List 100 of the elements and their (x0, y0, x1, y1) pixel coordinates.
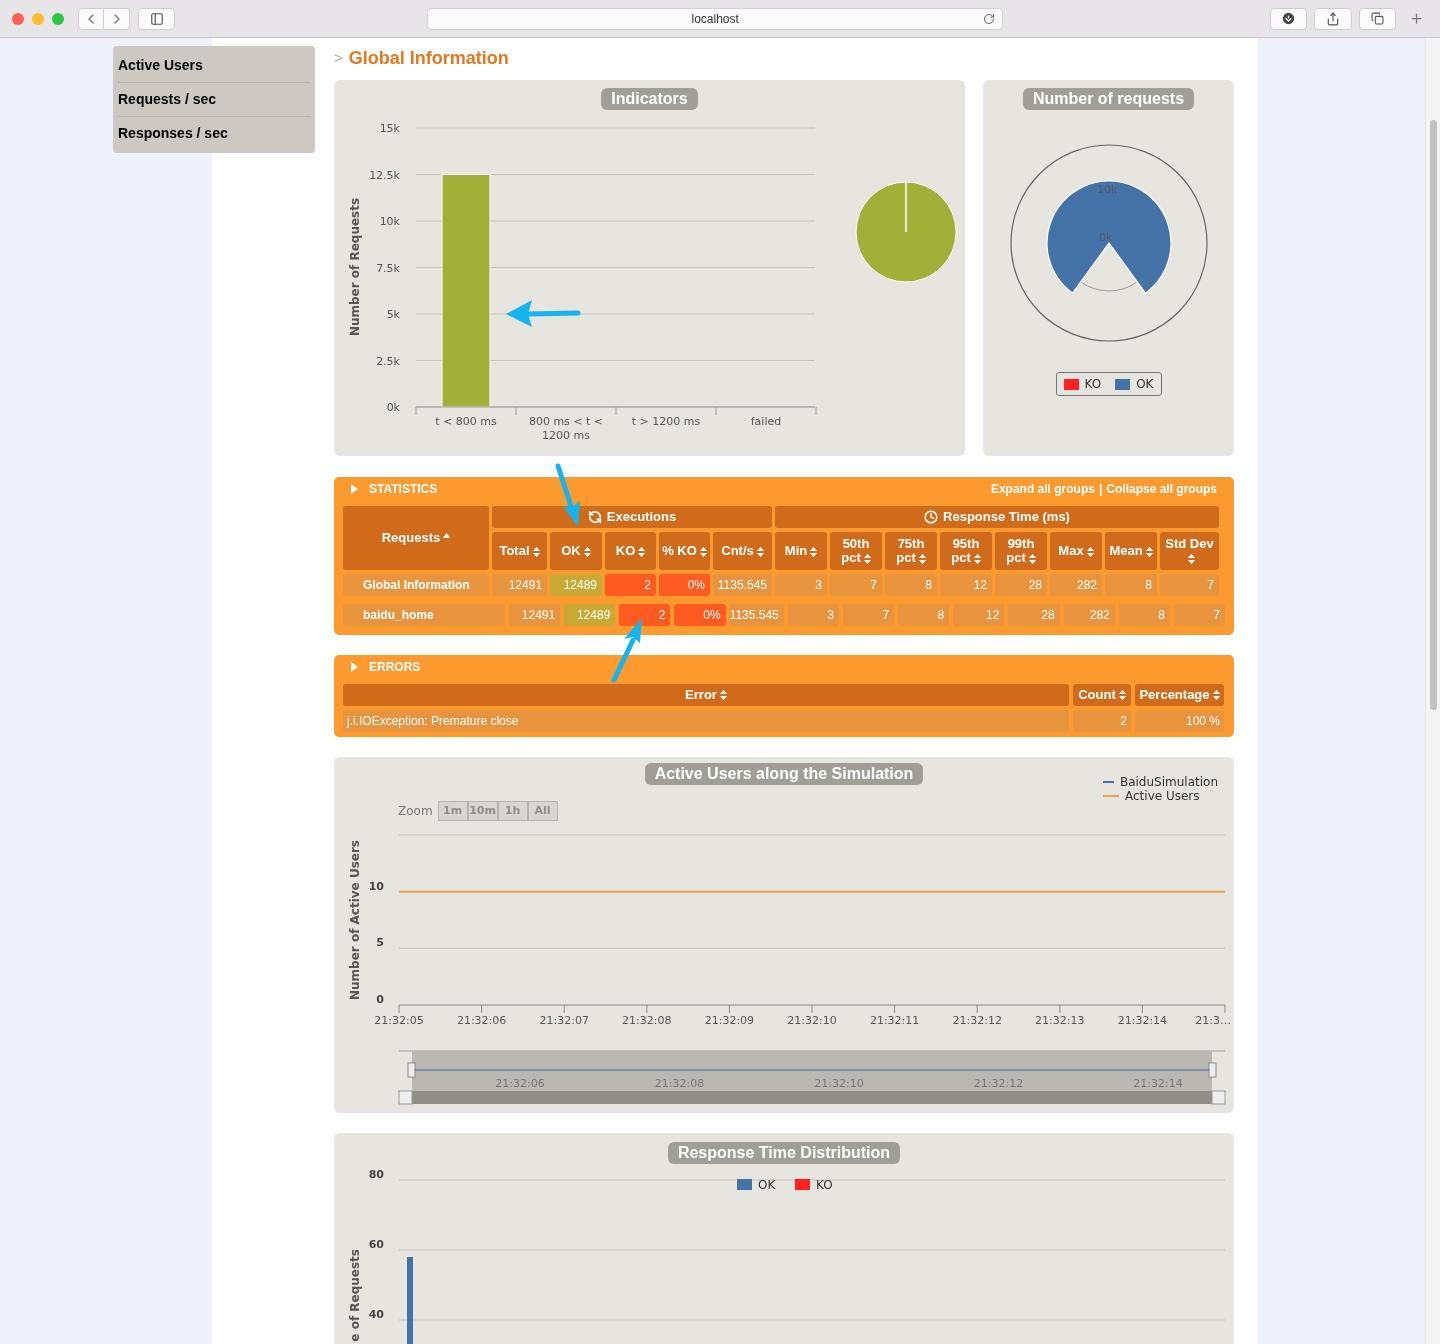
share-button[interactable] (1314, 7, 1352, 30)
table-cell: 100 % (1135, 710, 1224, 732)
table-cell: 28 (1008, 604, 1060, 626)
column-header[interactable]: % KO (659, 532, 710, 570)
close-window-button[interactable] (12, 12, 24, 25)
axis-tick-label: 15k (379, 122, 400, 135)
axis-tick-label: 21:32:07 (539, 1014, 589, 1027)
chart-title: Number of requests (1022, 88, 1195, 110)
scale-label: 0k (1099, 231, 1113, 244)
address-field[interactable]: localhost (427, 7, 1003, 30)
chart-title: Active Users along the Simulation (644, 763, 924, 785)
back-button[interactable] (78, 7, 104, 30)
axis-tick-label: 800 ms < t < 1200 ms (528, 415, 604, 442)
table-cell: 3 (787, 604, 839, 626)
axis-title: e of Requests (348, 1249, 362, 1342)
group-header-label: Response Time (ms) (943, 508, 1070, 527)
collapse-groups-link[interactable]: Collapse all groups (1106, 480, 1217, 498)
scrollbar[interactable] (1425, 38, 1440, 1344)
panel-title: ERRORS (369, 659, 421, 676)
legend-label: KO (1084, 376, 1102, 393)
legend-label: Active Users (1125, 789, 1200, 803)
forward-button[interactable] (104, 7, 130, 30)
sidebar-link[interactable]: Responses / sec (118, 117, 310, 150)
sidebar-toggle-button[interactable] (138, 7, 176, 30)
axis-tick-label: 21:32:11 (869, 1014, 920, 1027)
tabs-icon (1371, 12, 1385, 25)
column-header[interactable]: 50th pct (830, 532, 882, 570)
axis-tick-label: 5k (386, 308, 400, 321)
breadcrumb-marker: > (334, 47, 343, 68)
axis-tick-label: 21:32:09 (704, 1014, 755, 1027)
table-cell: 12489 (550, 574, 602, 596)
download-button[interactable] (1269, 7, 1308, 30)
request-name-cell[interactable]: baidu_home (343, 604, 505, 626)
column-header[interactable]: Max (1050, 532, 1102, 570)
table-cell: 2 (605, 574, 656, 596)
table-cell: 8 (1105, 574, 1157, 596)
column-header[interactable]: 95th pct (940, 532, 992, 570)
link-separator: | (1098, 481, 1103, 498)
legend-label: OK (758, 1178, 776, 1192)
table-cell: 0% (659, 574, 710, 596)
navigator-drawing[interactable] (398, 1050, 1226, 1105)
request-name-cell[interactable]: Global Information (343, 574, 489, 596)
column-header[interactable]: Std Dev (1160, 532, 1219, 570)
clock-icon (924, 510, 939, 524)
column-header[interactable]: Count (1073, 684, 1131, 706)
tabs-button[interactable] (1358, 7, 1397, 30)
download-icon (1281, 11, 1297, 26)
column-header[interactable]: Percentage (1135, 684, 1224, 706)
table-cell: 28 (995, 574, 1047, 596)
column-header[interactable]: Requests (343, 506, 489, 570)
column-header[interactable]: 99th pct (995, 532, 1047, 570)
plus-icon (1408, 11, 1424, 26)
sidebar-link[interactable]: Requests / sec (118, 83, 310, 116)
gauge-arc (1080, 281, 1138, 292)
navigator-tick-label: 21:32:06 (495, 1077, 545, 1090)
table-cell: 0% (674, 604, 726, 626)
axis-tick-label: 2.5k (376, 354, 400, 368)
pointer-arrow (611, 618, 642, 683)
address-text: localhost (691, 10, 739, 28)
column-header[interactable]: Total (492, 532, 547, 570)
navigator-tick-label: 21:32:14 (1133, 1077, 1183, 1090)
table-cell: 7 (830, 574, 882, 596)
table-cell: 1135.545 (729, 604, 784, 626)
axis-tick-label: 5 (376, 936, 384, 950)
refresh-icon (587, 510, 602, 524)
axis-tick-label: failed (750, 415, 782, 428)
axis-tick-label: 80 (368, 1168, 384, 1181)
axis-tick-label: 21:3… (1195, 1014, 1231, 1027)
table-cell: 8 (885, 574, 937, 596)
chart-title: Indicators (601, 88, 698, 110)
sidebar-icon (149, 11, 164, 26)
chart-title: Response Time Distribution (667, 1142, 901, 1164)
axis-tick-label: t < 800 ms (435, 415, 497, 428)
sidebar-link[interactable]: Active Users (118, 49, 310, 82)
axis-title: Number of Active Users (348, 840, 362, 1000)
column-header[interactable]: Error (343, 684, 1069, 706)
table-cell: 3 (775, 574, 827, 596)
column-header[interactable]: Mean (1105, 532, 1157, 570)
column-header[interactable]: Min (775, 532, 827, 570)
axis-tick-label: 60 (368, 1238, 384, 1251)
column-header[interactable]: KO (605, 532, 656, 570)
axis-tick-label: 12.5k (369, 168, 400, 182)
column-header[interactable]: Cnt/s (713, 532, 772, 570)
minimize-window-button[interactable] (32, 12, 44, 25)
axis-tick-label: 21:32:10 (787, 1014, 837, 1027)
scale-label: 10k (1097, 183, 1118, 196)
maximize-window-button[interactable] (52, 12, 64, 25)
column-header[interactable]: OK (550, 532, 602, 570)
table-cell: 2 (619, 604, 671, 626)
expand-groups-link[interactable]: Expand all groups (990, 480, 1095, 498)
table-cell: 12 (940, 574, 992, 596)
reload-icon[interactable] (982, 12, 995, 25)
axis-tick-label: 21:32:05 (374, 1014, 424, 1027)
table-cell: 12491 (492, 574, 547, 596)
axis-tick-label: 21:32:06 (456, 1014, 507, 1027)
axis-title: Number of Requests (348, 197, 362, 337)
column-header[interactable]: 75th pct (885, 532, 937, 570)
collapse-triangle-icon[interactable] (351, 484, 358, 494)
collapse-triangle-icon[interactable] (351, 662, 358, 672)
page-title: Global Information (348, 46, 509, 70)
